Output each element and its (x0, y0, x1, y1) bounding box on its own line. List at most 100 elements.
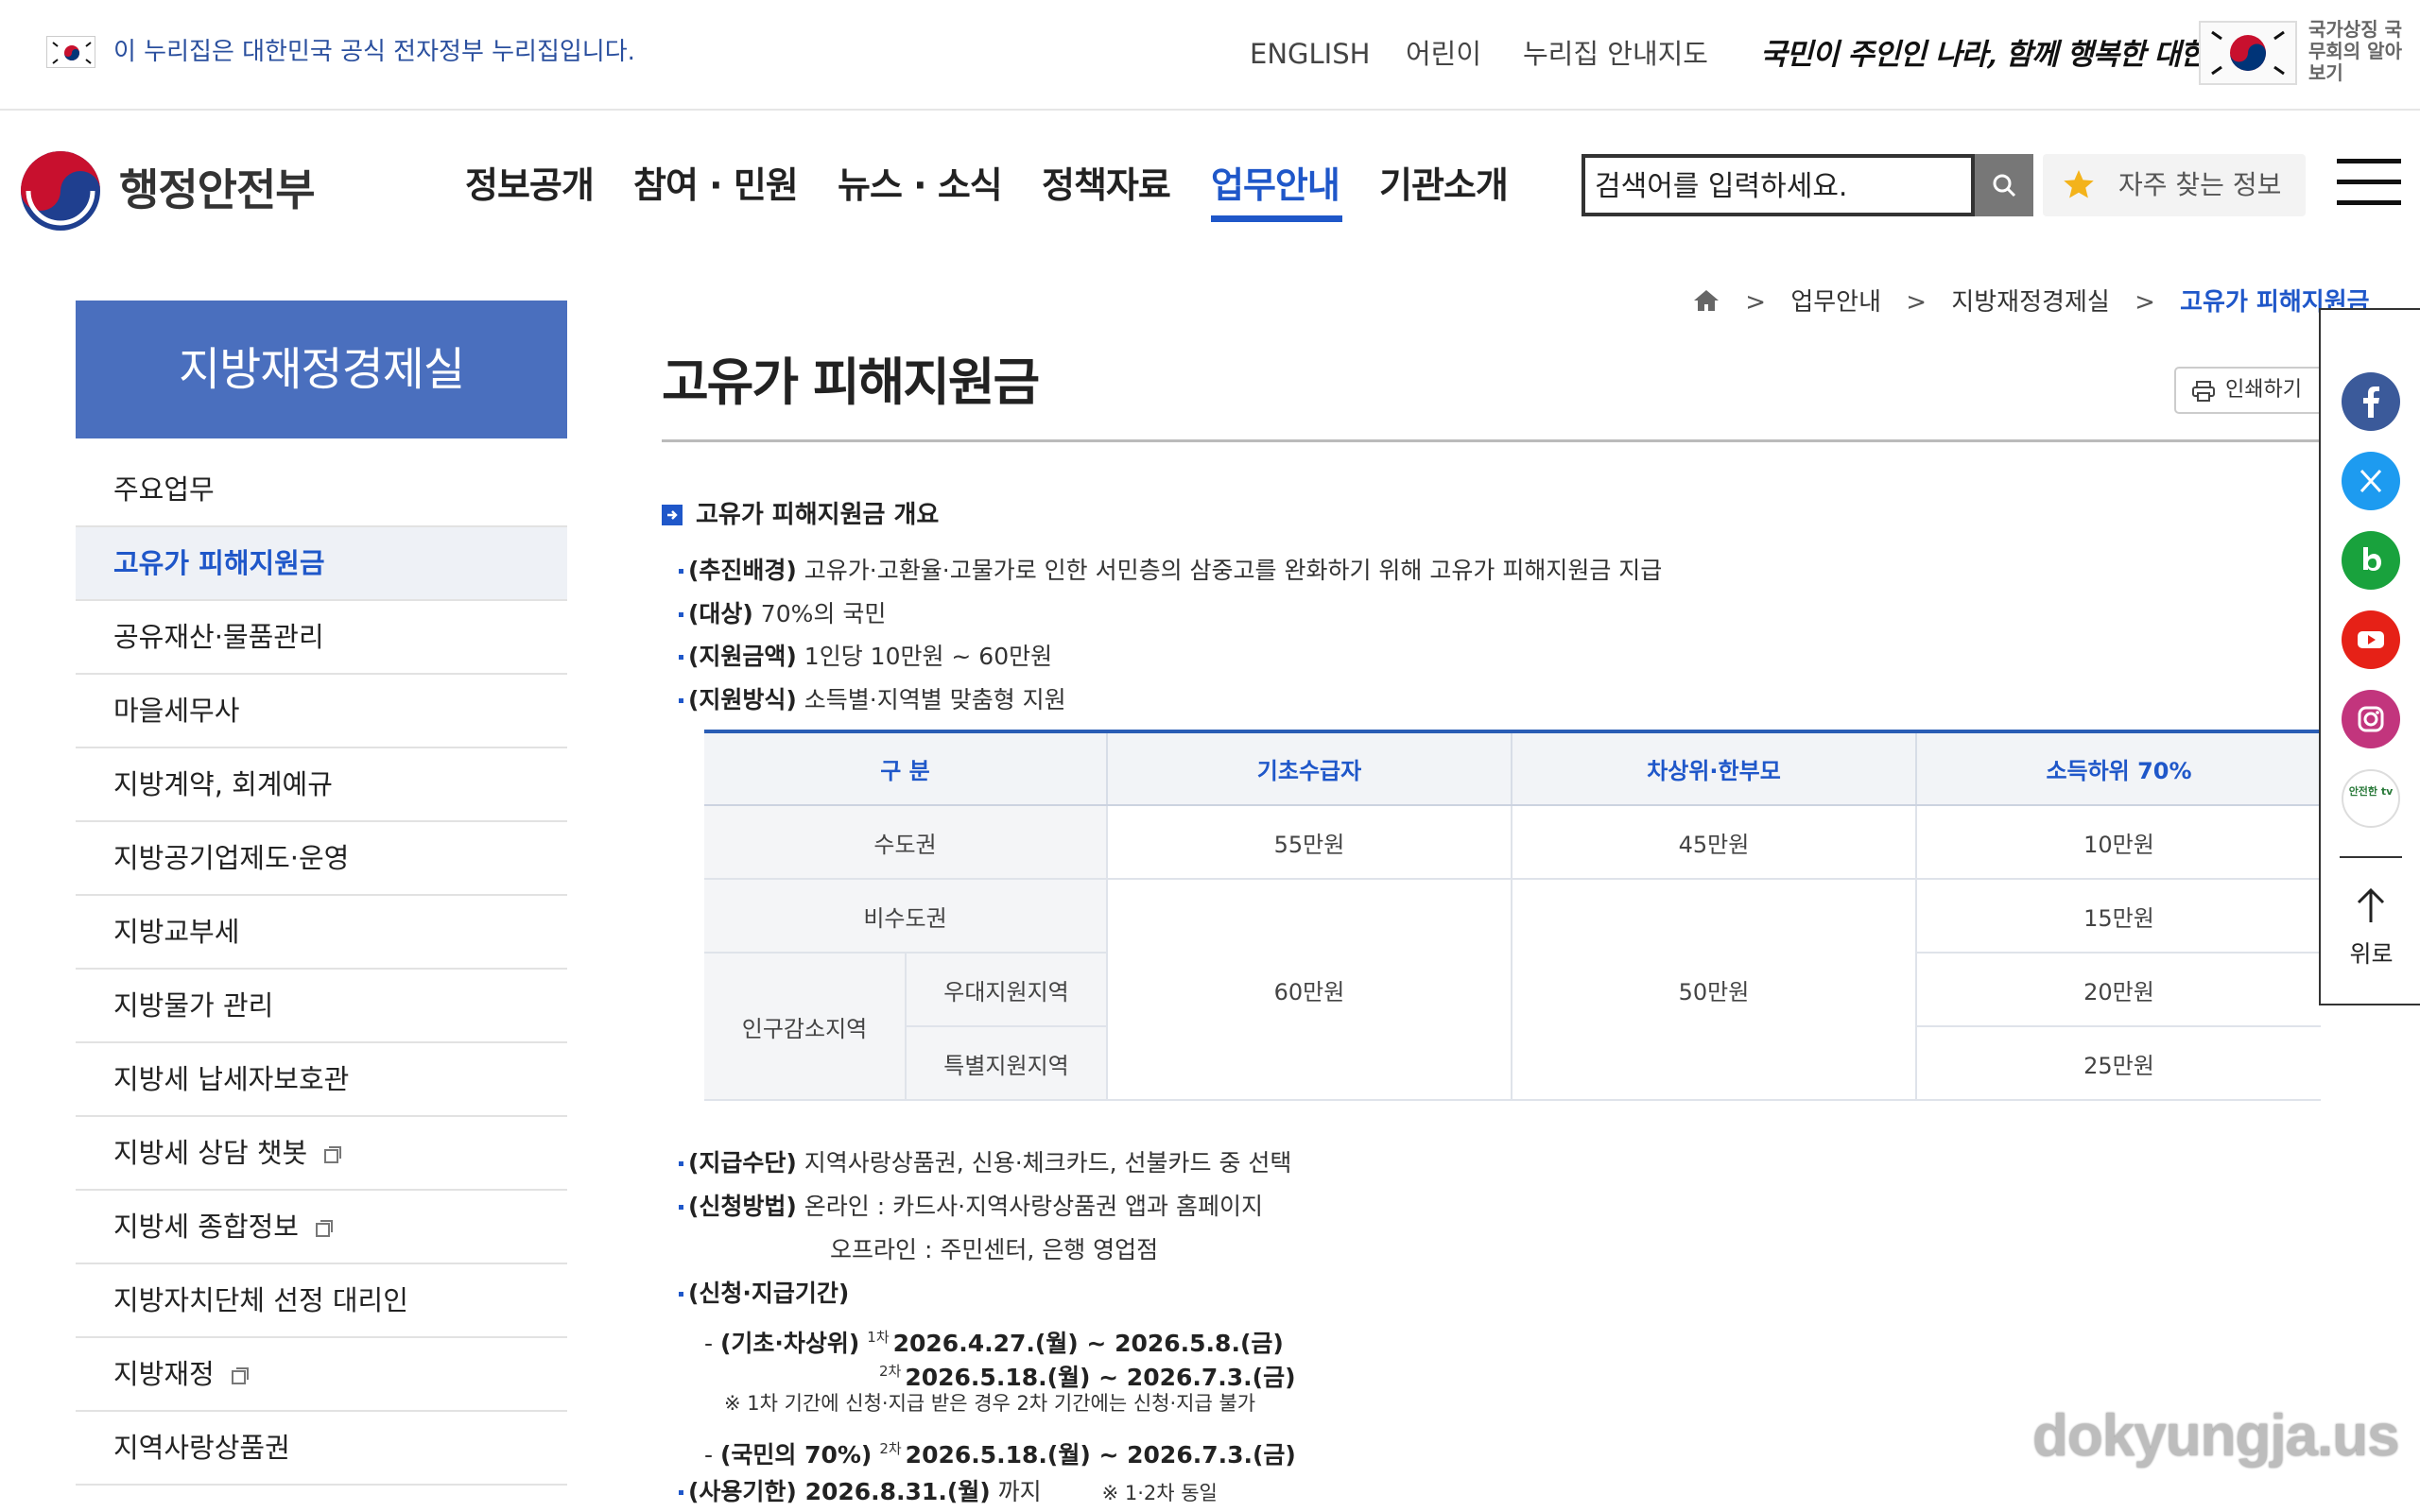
sns-divider (2340, 856, 2402, 858)
breadcrumb-business[interactable]: 업무안내 (1790, 288, 1881, 317)
korea-flag-icon (46, 36, 95, 68)
gov-notice-text[interactable]: 이 누리집은 대한민국 공식 전자정부 누리집입니다. (113, 36, 635, 68)
bullet-text: 고유가·고환율·고물가로 인한 서민층의 삼중고를 완화하기 위해 고유가 피해… (796, 557, 1663, 584)
youtube-icon[interactable] (2342, 610, 2400, 669)
section-arrow-icon (662, 505, 683, 525)
home-icon[interactable] (1692, 287, 1720, 314)
lnb-item-local-prices[interactable]: 지방물가 관리 (76, 970, 567, 1043)
lnb-item-tax-chatbot[interactable]: 지방세 상담 챗봇 (76, 1117, 567, 1191)
usage-note: ※ 1·2차 동일 (1101, 1482, 1218, 1504)
lnb-item-local-enterprise[interactable]: 지방공기업제도·운영 (76, 822, 567, 896)
lnb-title: 지방재정경제실 (76, 301, 567, 438)
lnb-item-label: 지역사랑상품권 (113, 1432, 290, 1464)
hamburger-menu-icon[interactable] (2337, 157, 2401, 206)
lnb-item-local-contract[interactable]: 지방계약, 회계예규 (76, 748, 567, 822)
period-key: (기초·차상위) (719, 1330, 860, 1357)
search-button[interactable] (1975, 154, 2033, 216)
period-key: (국민의 70%) (719, 1441, 873, 1469)
facebook-icon[interactable] (2342, 372, 2400, 431)
national-slogan: 국민이 주인인 나라, 함께 행복한 대한민국 (1760, 38, 2259, 72)
bullet-text: 1인당 10만원 ~ 60만원 (796, 643, 1053, 670)
x-twitter-icon[interactable] (2342, 452, 2400, 510)
cell-low-capital: 10만원 (1915, 805, 2321, 880)
round-1-label: 1차 (867, 1329, 890, 1346)
national-emblem-icon[interactable] (2199, 21, 2297, 85)
instagram-icon[interactable] (2342, 690, 2400, 748)
bullet-method: (지원방식) 소득별·지역별 맞춤형 지원 (679, 684, 1066, 716)
search-box (1582, 154, 1975, 216)
new-window-icon (315, 1220, 333, 1237)
favorites-button[interactable]: 자주 찾는 정보 (2043, 154, 2306, 216)
english-link[interactable]: ENGLISH (1250, 36, 1370, 72)
breadcrumb-separator: > (1745, 288, 1767, 317)
table-header-basic: 기초수급자 (1106, 731, 1512, 806)
bullet-key: (지원금액) (688, 643, 797, 670)
cell-low-non-capital: 15만원 (1915, 879, 2321, 954)
lnb-item-public-property[interactable]: 공유재산·물품관리 (76, 601, 567, 675)
breadcrumb-office[interactable]: 지방재정경제실 (1951, 288, 2109, 317)
bullet-text: 70%의 국민 (752, 600, 887, 627)
period-round2-date: 2026.5.18.(월) ~ 2026.7.3.(금) (905, 1441, 1296, 1469)
bullet-text: 까지 (990, 1478, 1042, 1505)
lnb-item-label: 지방재정 (113, 1358, 215, 1390)
ministry-logo-icon[interactable] (19, 149, 102, 232)
page-title: 고유가 피해지원금 (662, 352, 1040, 412)
lnb-item-local-finance[interactable]: 지방재정 (76, 1338, 567, 1412)
bullet-text: 지역사랑상품권, 신용·체크카드, 선불카드 중 선택 (796, 1149, 1292, 1177)
breadcrumb-separator: > (2135, 288, 2155, 317)
lnb-menu: 주요업무 고유가 피해지원금 공유재산·물품관리 마을세무사 지방계약, 회계예… (76, 454, 567, 1486)
favorites-label: 자주 찾는 정보 (2118, 169, 2282, 200)
arrow-up-icon[interactable] (2351, 885, 2391, 926)
search-icon (1993, 174, 2016, 198)
round-2-label: 2차 (879, 1363, 902, 1380)
bullet-text: 소득별·지역별 맞춤형 지원 (796, 686, 1066, 713)
bullet-period: (신청·지급기간) (678, 1278, 850, 1310)
gnb-about[interactable]: 기관소개 (1379, 159, 1509, 212)
gnb-policy[interactable]: 정책자료 (1042, 159, 1171, 212)
breadcrumb-separator: > (1906, 288, 1927, 317)
lnb-item-local-voucher[interactable]: 지역사랑상품권 (76, 1412, 567, 1486)
lnb-item-label: 지방계약, 회계예규 (113, 768, 333, 800)
blog-icon[interactable] (2342, 531, 2400, 590)
bullet-key: (신청·지급기간) (688, 1280, 850, 1307)
period-general-line: - (국민의 70%) 2차 2026.5.18.(월) ~ 2026.7.3.(… (704, 1433, 1296, 1471)
scroll-top-button[interactable]: 위로 (2321, 936, 2420, 970)
gnb-news[interactable]: 뉴스 · 소식 (838, 159, 1003, 212)
support-amount-table: 구 분 기초수급자 차상위·한부모 소득하위 70% 수도권 55만원 45만원… (704, 730, 2321, 1101)
national-symbol-link[interactable]: 국가상징 국무회의 알아보기 (2308, 19, 2403, 84)
print-button[interactable]: 인쇄하기 (2174, 367, 2325, 414)
lnb-item-agent-selection[interactable]: 지방자치단체 선정 대리인 (76, 1264, 567, 1338)
lnb-item-label: 지방교부세 (113, 916, 240, 948)
lnb-item-oil-relief[interactable]: 고유가 피해지원금 (76, 527, 567, 601)
lnb-item-local-grant[interactable]: 지방교부세 (76, 896, 567, 970)
lnb-item-label: 지방물가 관리 (113, 989, 274, 1022)
lnb-item-label: 지방세 납세자보호관 (113, 1063, 350, 1095)
search-input[interactable] (1595, 165, 1945, 207)
gnb-participation[interactable]: 참여 · 민원 (633, 159, 799, 212)
period-round1-date: 2026.4.27.(월) ~ 2026.5.8.(금) (892, 1330, 1284, 1357)
lnb-item-village-tax[interactable]: 마을세무사 (76, 675, 567, 748)
bullet-key: (대상) (688, 600, 753, 627)
bullet-usage: (사용기한) 2026.8.31.(월) 까지 ※ 1·2차 동일 (679, 1476, 1218, 1509)
bullet-amount: (지원금액) 1인당 10만원 ~ 60만원 (678, 641, 1053, 673)
cell-near-other: 50만원 (1511, 879, 1916, 1101)
safety-tv-icon[interactable]: 안전한 tv (2342, 769, 2400, 828)
gnb-info-disclosure[interactable]: 정보공개 (465, 159, 595, 212)
gnb-active-indicator (1211, 215, 1342, 222)
lnb-item-label: 지방자치단체 선정 대리인 (113, 1284, 408, 1316)
gnb-business[interactable]: 업무안내 (1211, 159, 1340, 212)
lnb-item-tax-info[interactable]: 지방세 종합정보 (76, 1191, 567, 1264)
row-label-priority: 우대지원지역 (905, 953, 1107, 1027)
lnb-item-label: 지방공기업제도·운영 (113, 842, 350, 874)
lnb-item-main-tasks[interactable]: 주요업무 (76, 454, 567, 527)
bullet-key: (신청방법) (688, 1193, 797, 1220)
ministry-brand-name[interactable]: 행정안전부 (119, 161, 316, 219)
new-window-icon (231, 1367, 249, 1384)
cell-basic-capital: 55만원 (1106, 805, 1512, 880)
dash: - (704, 1330, 720, 1357)
lnb-item-label: 고유가 피해지원금 (113, 547, 325, 579)
lnb-item-taxpayer-protection[interactable]: 지방세 납세자보호관 (76, 1043, 567, 1117)
bullet-key: (지원방식) (688, 686, 797, 713)
kids-link[interactable]: 어린이 (1406, 36, 1481, 72)
sitemap-link[interactable]: 누리집 안내지도 (1523, 36, 1708, 72)
